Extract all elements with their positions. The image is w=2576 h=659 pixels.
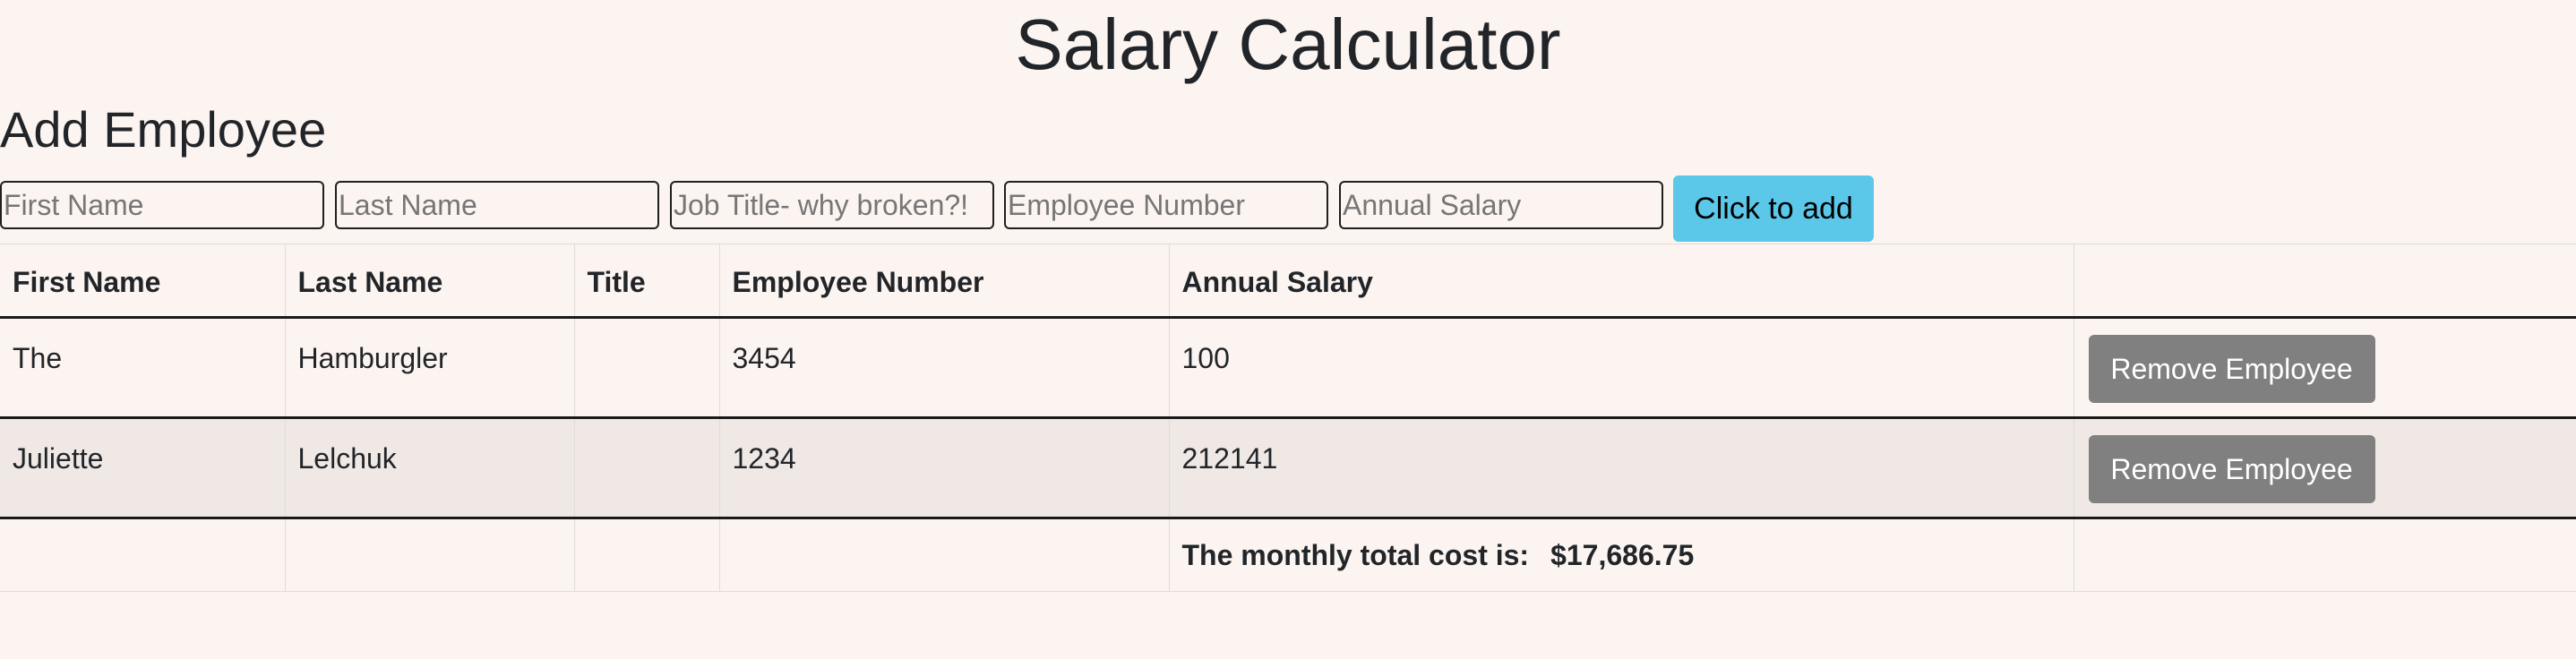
table-row: Juliette Lelchuk 1234 212141 Remove Empl…: [0, 417, 2576, 518]
total-empty-cell: [718, 518, 1169, 592]
cell-first-name: The: [13, 342, 63, 374]
add-employee-button[interactable]: Click to add: [1673, 175, 1874, 242]
last-name-input[interactable]: [335, 181, 659, 229]
total-empty-cell: [284, 518, 574, 592]
total-empty-cell: [573, 518, 719, 592]
total-row: The monthly total cost is: $17,686.75: [0, 518, 2576, 592]
annual-salary-input[interactable]: [1339, 181, 1663, 229]
first-name-input[interactable]: [0, 181, 324, 229]
column-header-actions: [2073, 244, 2576, 318]
column-header-employee-number: Employee Number: [718, 244, 1169, 318]
add-employee-heading: Add Employee: [0, 101, 327, 158]
table-header-row: First Name Last Name Title Employee Numb…: [0, 244, 2576, 318]
monthly-total-label: The monthly total cost is:: [1181, 538, 1530, 571]
job-title-input[interactable]: [670, 181, 994, 229]
cell-title: [573, 317, 719, 418]
employee-number-input[interactable]: [1004, 181, 1328, 229]
cell-employee-number: 1234: [718, 417, 1169, 518]
total-empty-cell: [2073, 518, 2576, 592]
monthly-total-cell: The monthly total cost is: $17,686.75: [1168, 518, 2074, 592]
cell-actions: Remove Employee: [2073, 417, 2576, 518]
monthly-total-value: $17,686.75: [1550, 538, 1695, 571]
cell-actions: Remove Employee: [2073, 317, 2576, 418]
cell-annual-salary: 100: [1168, 317, 2074, 418]
cell-title: [573, 417, 719, 518]
table-row: The Hamburgler 3454 100 Remove Employee: [0, 317, 2576, 418]
cell-last-name: Lelchuk: [284, 417, 574, 518]
cell-annual-salary: 212141: [1168, 417, 2074, 518]
page-title: Salary Calculator: [1015, 4, 1561, 84]
cell-last-name: Hamburgler: [284, 317, 574, 418]
total-empty-cell: [0, 518, 285, 592]
column-header-last-name: Last Name: [284, 244, 574, 318]
column-header-title: Title: [573, 244, 719, 318]
remove-employee-button[interactable]: Remove Employee: [2088, 335, 2375, 403]
employee-table: First Name Last Name Title Employee Numb…: [0, 244, 2576, 592]
cell-first-name: Juliette: [13, 442, 104, 475]
column-header-first-name: First Name: [13, 265, 161, 298]
remove-employee-button[interactable]: Remove Employee: [2088, 435, 2375, 503]
column-header-annual-salary: Annual Salary: [1168, 244, 2074, 318]
cell-employee-number: 3454: [718, 317, 1169, 418]
